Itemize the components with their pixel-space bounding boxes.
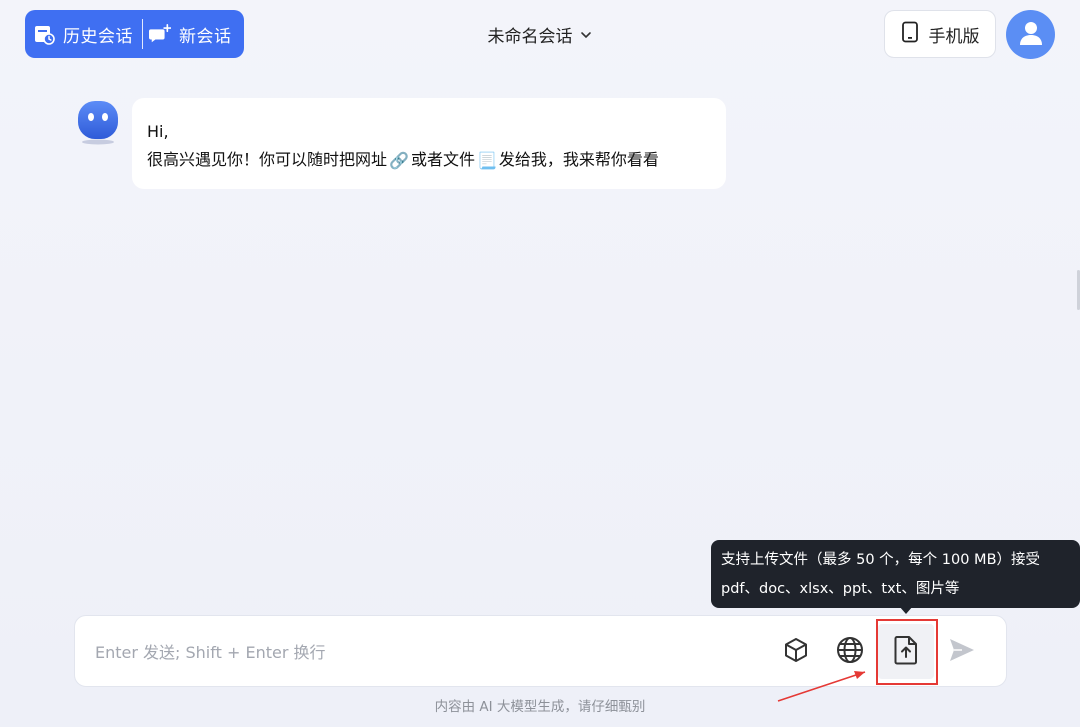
user-avatar-icon [1017, 19, 1045, 51]
user-avatar[interactable] [1006, 10, 1055, 59]
upload-highlight-box [876, 619, 938, 685]
message-text-3: 发给我，我来帮你看看 [498, 150, 659, 169]
cube-icon [782, 636, 810, 668]
message-greeting: Hi, [147, 122, 169, 141]
phone-icon [901, 21, 919, 48]
tooltip-line-1: 支持上传文件（最多 50 个，每个 100 MB）接受 [721, 552, 1041, 568]
send-icon [948, 637, 976, 667]
chevron-down-icon [579, 28, 593, 42]
upload-tooltip: 支持上传文件（最多 50 个，每个 100 MB）接受 pdf、doc、xlsx… [711, 540, 1080, 608]
tooltip-line-2: pdf、doc、xlsx、ppt、txt、图片等 [721, 581, 960, 597]
conversation-title: 未命名会话 [487, 27, 573, 47]
mobile-version-button[interactable]: 手机版 [884, 10, 996, 58]
model-button[interactable] [778, 634, 814, 670]
message-body: 很高兴遇见你！你可以随时把网址 🔗 或者文件 📃 发给我，我来帮你看看 [147, 146, 711, 175]
tooltip-arrow [899, 606, 913, 614]
message-text-1: 很高兴遇见你！你可以随时把网址 [147, 150, 388, 169]
composer [74, 615, 1007, 687]
globe-icon [835, 635, 865, 669]
web-search-button[interactable] [832, 634, 868, 670]
message-input[interactable] [95, 638, 695, 666]
send-button[interactable] [944, 634, 980, 670]
document-icon: 📃 [476, 150, 497, 170]
assistant-message: Hi, 很高兴遇见你！你可以随时把网址 🔗 或者文件 📃 发给我，我来帮你看看 [132, 98, 726, 189]
ai-disclaimer: 内容由 AI 大模型生成，请仔细甄别 [434, 699, 646, 715]
chat-page: 历史会话 新会话 未命名会话 手机版 Hi, 很高兴遇见你！你可以随时把网址 🔗… [0, 0, 1080, 727]
mobile-label: 手机版 [928, 26, 980, 47]
link-icon: 🔗 [389, 150, 409, 170]
message-text-2: 或者文件 [410, 150, 475, 169]
bot-avatar-icon [77, 100, 119, 145]
